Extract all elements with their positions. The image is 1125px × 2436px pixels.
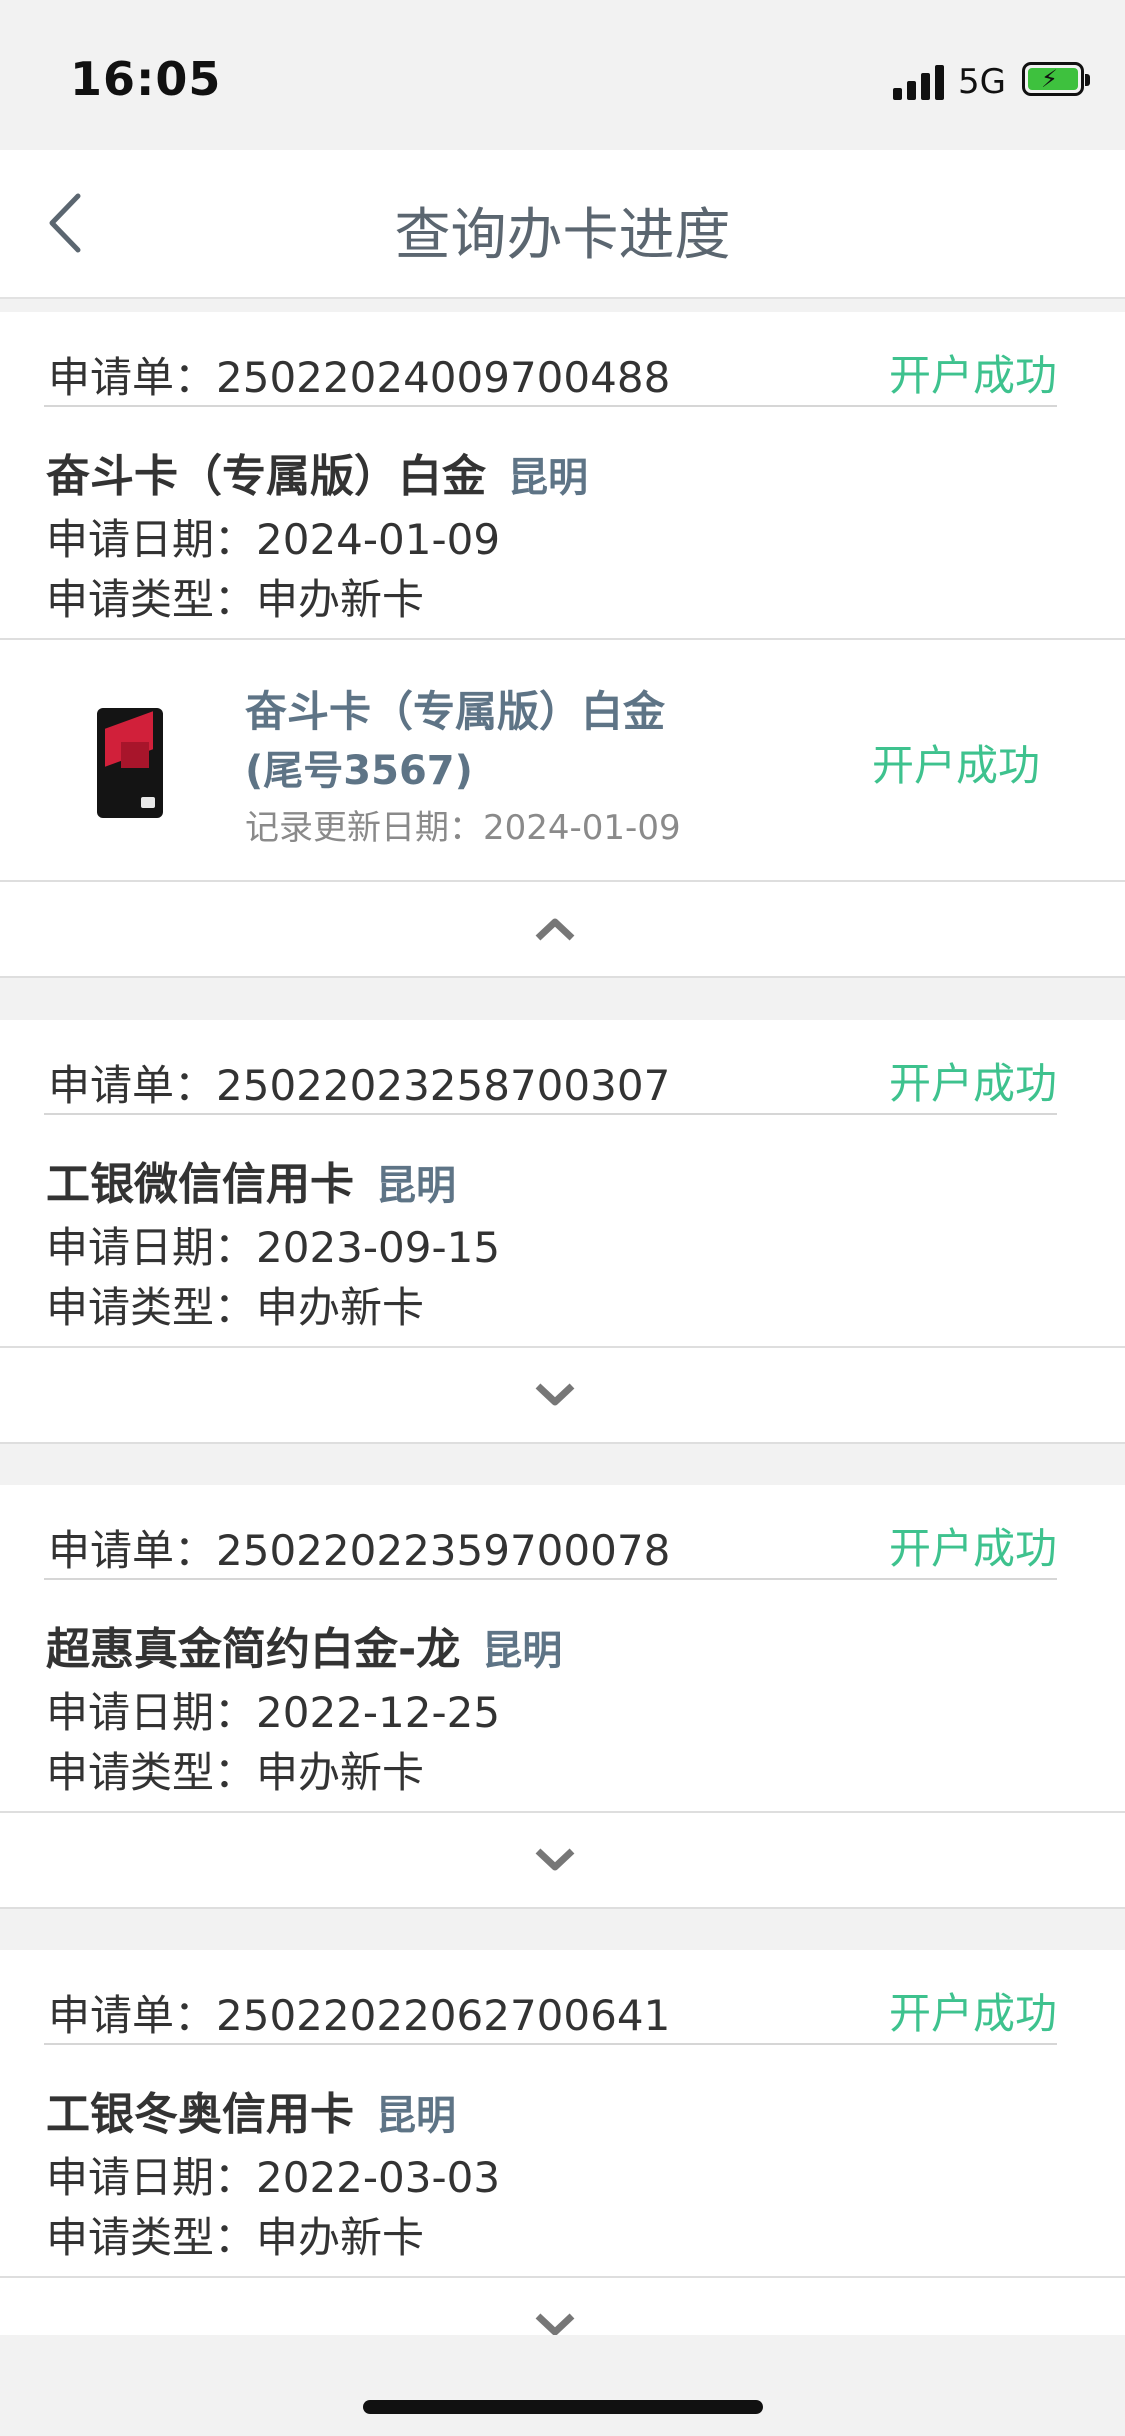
city-label: 昆明 <box>482 1628 563 1674</box>
city-label: 昆明 <box>376 2093 456 2139</box>
application-type: 申请类型：申办新卡 <box>46 1748 425 1797</box>
application-number: 申请单：25022022062700641 <box>48 1991 671 2040</box>
card-update-date: 记录更新日期：2024-01-09 <box>245 808 681 848</box>
page-title: 查询办卡进度 <box>394 203 731 268</box>
product-name: 超惠真金简约白金-龙 昆明 <box>46 1624 563 1675</box>
application-number: 申请单：25022024009700488 <box>48 353 671 402</box>
application-header: 申请单：25022023258700307 开户成功 <box>0 1020 1125 1115</box>
application-date: 申请日期：2024-01-09 <box>46 515 501 564</box>
application-body[interactable]: 工银微信信用卡 昆明 申请日期：2023-09-15 申请类型：申办新卡 <box>0 1115 1125 1346</box>
application-date: 申请日期：2023-09-15 <box>46 1223 501 1272</box>
card-detail-row[interactable]: 奋斗卡（专属版）白金 (尾号3567) 记录更新日期：2024-01-09 开户… <box>0 638 1125 880</box>
application-status: 开户成功 <box>888 351 1057 400</box>
collapse-toggle[interactable] <box>0 880 1125 978</box>
application-header: 申请单：25022022062700641 开户成功 <box>0 1950 1125 2045</box>
product-name: 工银冬奥信用卡 昆明 <box>46 2089 456 2140</box>
expand-toggle[interactable] <box>0 1346 1125 1444</box>
application-number: 申请单：25022023258700307 <box>48 1061 671 1110</box>
card-status: 开户成功 <box>872 741 1041 790</box>
application-card: 申请单：25022023258700307 开户成功 工银微信信用卡 昆明 申请日… <box>0 1020 1125 1444</box>
product-name: 工银微信信用卡 昆明 <box>46 1159 456 1210</box>
network-type: 5G <box>958 62 1006 102</box>
home-indicator-area <box>0 2335 1125 2436</box>
application-card: 申请单：25022022359700078 开户成功 超惠真金简约白金-龙 昆明 … <box>0 1485 1125 1909</box>
battery-charging-icon: ⚡ <box>1022 62 1090 96</box>
chevron-up-icon[interactable] <box>530 904 580 954</box>
application-number: 申请单：25022022359700078 <box>48 1526 671 1575</box>
application-type: 申请类型：申办新卡 <box>46 575 425 624</box>
credit-card-image <box>97 708 163 818</box>
chevron-down-icon[interactable] <box>530 1370 580 1420</box>
application-body[interactable]: 超惠真金简约白金-龙 昆明 申请日期：2022-12-25 申请类型：申办新卡 <box>0 1580 1125 1811</box>
application-status: 开户成功 <box>888 1059 1057 1108</box>
chevron-down-icon[interactable] <box>530 1835 580 1885</box>
status-bar: 16:05 5G ⚡ <box>0 0 1125 150</box>
card-name: 奋斗卡（专属版）白金 <box>245 687 666 736</box>
application-status: 开户成功 <box>888 1989 1057 2038</box>
city-label: 昆明 <box>508 455 588 501</box>
application-type: 申请类型：申办新卡 <box>46 1283 425 1332</box>
card-tail-number: (尾号3567) <box>245 748 473 794</box>
home-indicator[interactable] <box>363 2400 763 2414</box>
application-header: 申请单：25022022359700078 开户成功 <box>0 1485 1125 1580</box>
application-type: 申请类型：申办新卡 <box>46 2213 425 2262</box>
signal-icon <box>893 64 945 100</box>
product-name: 奋斗卡（专属版）白金 昆明 <box>46 451 588 502</box>
city-label: 昆明 <box>376 1163 456 1209</box>
application-body[interactable]: 工银冬奥信用卡 昆明 申请日期：2022-03-03 申请类型：申办新卡 <box>0 2045 1125 2276</box>
status-time: 16:05 <box>70 52 222 106</box>
expand-toggle[interactable] <box>0 1811 1125 1909</box>
application-date: 申请日期：2022-03-03 <box>46 2153 501 2202</box>
nav-bar: 查询办卡进度 <box>0 150 1125 299</box>
application-body[interactable]: 奋斗卡（专属版）白金 昆明 申请日期：2024-01-09 申请类型：申办新卡 <box>0 407 1125 638</box>
application-card: 申请单：25022022062700641 开户成功 工银冬奥信用卡 昆明 申请日… <box>0 1950 1125 2374</box>
application-header: 申请单：25022024009700488 开户成功 <box>0 312 1125 407</box>
application-card: 申请单：25022024009700488 开户成功 奋斗卡（专属版）白金 昆明 … <box>0 312 1125 978</box>
application-date: 申请日期：2022-12-25 <box>46 1688 501 1737</box>
application-status: 开户成功 <box>888 1524 1057 1573</box>
